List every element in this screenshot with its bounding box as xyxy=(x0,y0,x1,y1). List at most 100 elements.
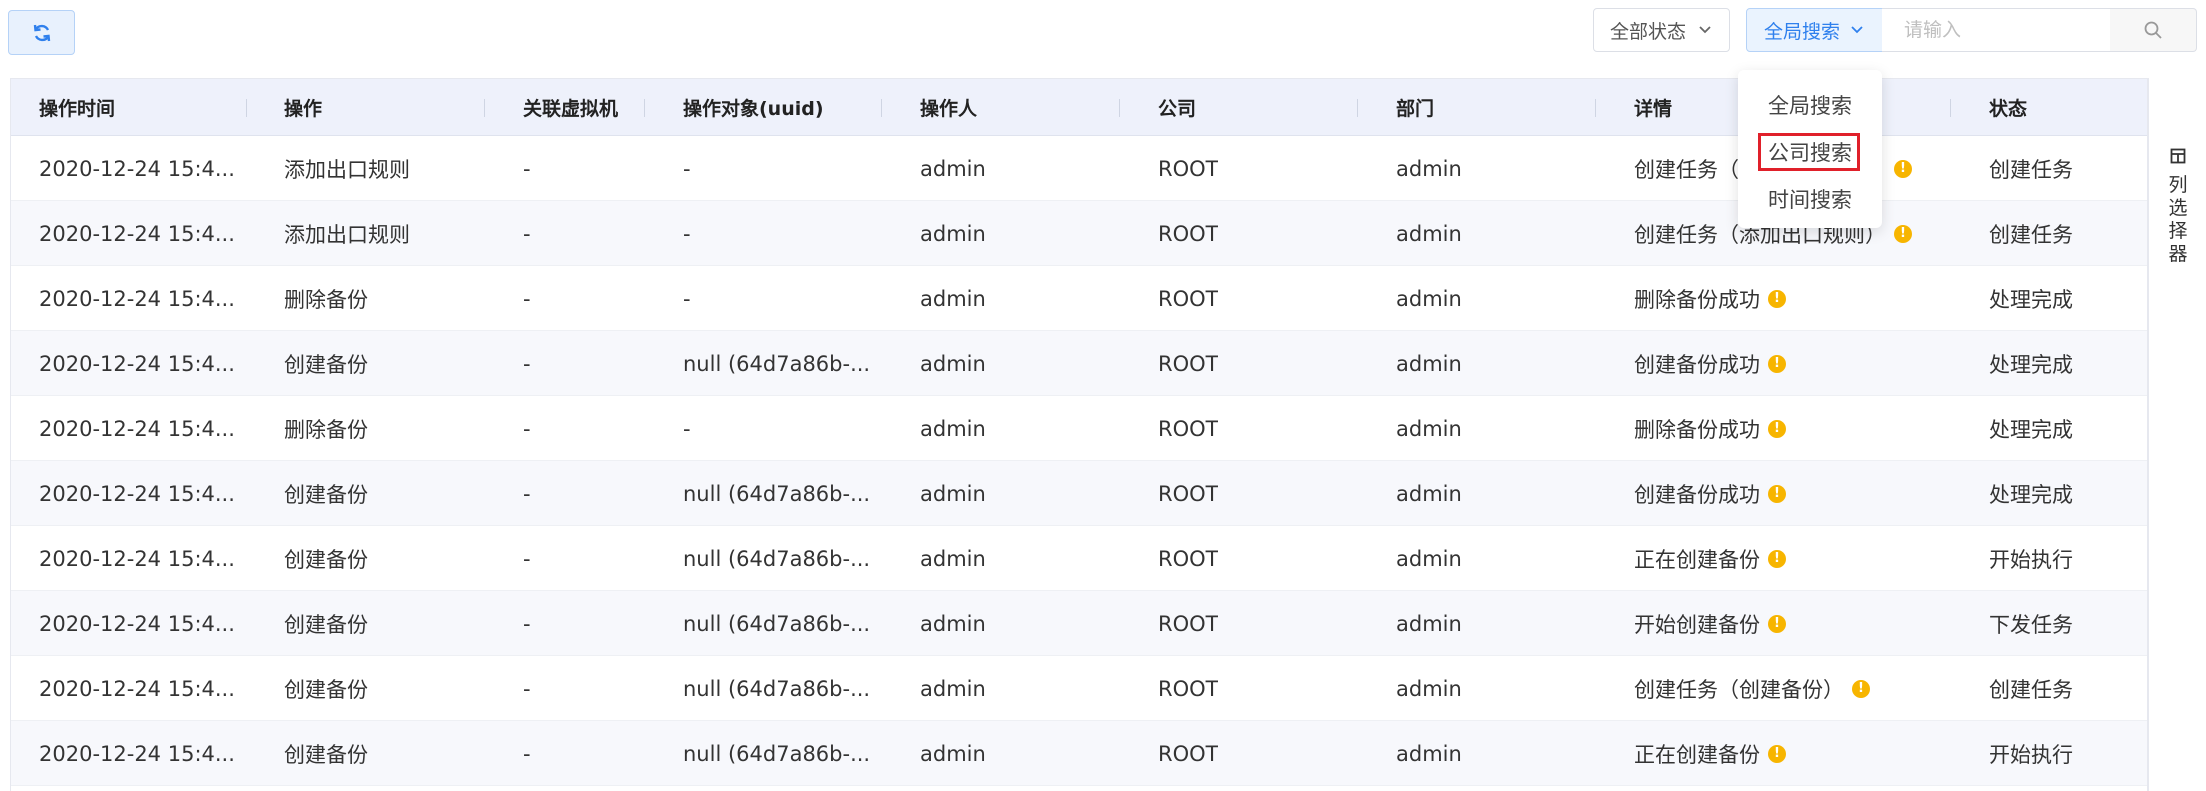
column-header-detail: 详情 xyxy=(1634,98,1673,120)
operation-time-text: 2020-12-24 15:4... xyxy=(39,546,235,571)
warning-icon[interactable]: ! xyxy=(1768,549,1786,568)
warning-icon[interactable]: ! xyxy=(1768,484,1786,503)
columns-icon xyxy=(2170,148,2186,164)
related-vm-cell: - xyxy=(523,201,531,266)
warning-icon[interactable]: ! xyxy=(1768,289,1786,308)
status-cell: 创建任务 xyxy=(1989,201,2073,266)
operation-target-cell: null (64d7a86b-... xyxy=(683,591,870,656)
search-icon xyxy=(2144,21,2162,39)
column-resize-handle[interactable] xyxy=(246,99,247,117)
operation-target-text: null (64d7a86b-... xyxy=(683,611,871,636)
related-vm-cell: - xyxy=(523,136,531,201)
search-button[interactable] xyxy=(2110,8,2197,52)
search-type-value: 全局搜索 xyxy=(1764,20,1841,43)
chevron-down-icon xyxy=(1851,26,1863,34)
table-row[interactable]: 2020-12-24 15:4... 创建备份 - null (64d7a86b-..… xyxy=(11,591,2147,656)
table-row[interactable]: 2020-12-24 15:4... 创建备份 - null (64d7a86b-..… xyxy=(11,461,2147,526)
operation-cell: 删除备份 xyxy=(284,266,368,331)
company-cell: ROOT xyxy=(1158,396,1218,461)
department-text: admin xyxy=(1396,221,1462,246)
operation-cell: 创建备份 xyxy=(284,461,368,526)
operator-cell: admin xyxy=(920,591,986,656)
detail-text: 创建备份成功 xyxy=(1634,482,1760,507)
status-cell: 处理完成 xyxy=(1989,396,2073,461)
department-cell: admin xyxy=(1396,136,1462,201)
search-type-select[interactable]: 全局搜索 xyxy=(1746,8,1883,52)
operator-text: admin xyxy=(920,676,986,701)
company-cell: ROOT xyxy=(1158,136,1218,201)
detail-text: 创建任务（创建备份） xyxy=(1634,677,1844,702)
related-vm-text: - xyxy=(523,351,531,376)
related-vm-cell: - xyxy=(523,331,531,396)
detail-cell: 正在创建备份! xyxy=(1634,526,1786,591)
operator-cell: admin xyxy=(920,721,986,786)
operator-text: admin xyxy=(920,221,986,246)
operation-time-text: 2020-12-24 15:4... xyxy=(39,676,235,701)
column-header-operation-time: 操作时间 xyxy=(39,98,116,120)
detail-text: 删除备份成功 xyxy=(1634,287,1760,312)
search-input[interactable] xyxy=(1882,8,2111,52)
column-resize-handle[interactable] xyxy=(1119,99,1120,117)
operation-target-text: - xyxy=(683,286,691,311)
warning-icon[interactable]: ! xyxy=(1768,744,1786,763)
operation-target-cell: null (64d7a86b-... xyxy=(683,331,870,396)
department-text: admin xyxy=(1396,156,1462,181)
column-resize-handle[interactable] xyxy=(1357,99,1358,117)
refresh-icon xyxy=(33,24,50,41)
company-cell: ROOT xyxy=(1158,656,1218,721)
warning-icon[interactable]: ! xyxy=(1768,354,1786,373)
column-resize-handle[interactable] xyxy=(644,99,645,117)
column-resize-handle[interactable] xyxy=(484,99,485,117)
dropdown-option-time-search[interactable]: 时间搜索 xyxy=(1738,179,1882,219)
table-row[interactable]: 2020-12-24 15:4... 创建备份 - null (64d7a86b-..… xyxy=(11,331,2147,396)
table-row[interactable]: 2020-12-24 15:4... 创建备份 - null (64d7a86b-..… xyxy=(11,656,2147,721)
operator-text: admin xyxy=(920,156,986,181)
table-row[interactable]: 2020-12-24 15:4... 删除备份 - - admin ROOT admin 删除… xyxy=(11,396,2147,461)
refresh-button[interactable] xyxy=(8,10,75,55)
table-row[interactable]: 2020-12-24 15:4... 创建备份 - null (64d7a86b-..… xyxy=(11,526,2147,591)
operation-target-text: null (64d7a86b-... xyxy=(683,676,871,701)
operation-text: 创建备份 xyxy=(284,677,368,702)
detail-text: 正在创建备份 xyxy=(1634,742,1760,767)
status-text: 下发任务 xyxy=(1989,612,2073,637)
warning-icon[interactable]: ! xyxy=(1894,159,1912,178)
warning-icon[interactable]: ! xyxy=(1894,224,1912,243)
operation-time-cell: 2020-12-24 15:4... xyxy=(39,591,235,656)
status-cell: 处理完成 xyxy=(1989,266,2073,331)
operation-text: 创建备份 xyxy=(284,352,368,377)
operator-text: admin xyxy=(920,741,986,766)
detail-text: 开始创建备份 xyxy=(1634,612,1760,637)
detail-text: 正在创建备份 xyxy=(1634,547,1760,572)
department-cell: admin xyxy=(1396,526,1462,591)
status-filter-value: 全部状态 xyxy=(1610,20,1687,43)
operator-text: admin xyxy=(920,611,986,636)
operation-time-cell: 2020-12-24 15:4... xyxy=(39,461,235,526)
warning-icon[interactable]: ! xyxy=(1768,614,1786,633)
company-cell: ROOT xyxy=(1158,526,1218,591)
operation-text: 创建备份 xyxy=(284,482,368,507)
table-row[interactable]: 2020-12-24 15:4... 创建备份 - null (64d7a86b-..… xyxy=(11,721,2147,786)
column-resize-handle[interactable] xyxy=(1950,99,1951,117)
status-cell: 开始执行 xyxy=(1989,721,2073,786)
operation-target-cell: - xyxy=(683,396,691,461)
status-text: 开始执行 xyxy=(1989,547,2073,572)
company-text: ROOT xyxy=(1158,221,1219,246)
column-resize-handle[interactable] xyxy=(1595,99,1596,117)
company-text: ROOT xyxy=(1158,351,1219,376)
department-text: admin xyxy=(1396,351,1462,376)
operator-cell: admin xyxy=(920,526,986,591)
table-row[interactable]: 2020-12-24 15:4... 删除备份 - - admin ROOT admin 删除… xyxy=(11,266,2147,331)
column-picker[interactable]: 列选择器 xyxy=(2148,78,2206,791)
company-text: ROOT xyxy=(1158,481,1219,506)
operation-cell: 添加出口规则 xyxy=(284,136,410,201)
column-resize-handle[interactable] xyxy=(881,99,882,117)
department-cell: admin xyxy=(1396,721,1462,786)
dropdown-option-global-search[interactable]: 全局搜索 xyxy=(1738,85,1882,125)
detail-text: 创建备份成功 xyxy=(1634,352,1760,377)
warning-icon[interactable]: ! xyxy=(1768,419,1786,438)
column-header-operation: 操作 xyxy=(284,98,323,120)
warning-icon[interactable]: ! xyxy=(1852,679,1870,698)
column-header-status: 状态 xyxy=(1989,98,2028,120)
status-filter-select[interactable]: 全部状态 xyxy=(1593,8,1730,52)
operator-cell: admin xyxy=(920,396,986,461)
